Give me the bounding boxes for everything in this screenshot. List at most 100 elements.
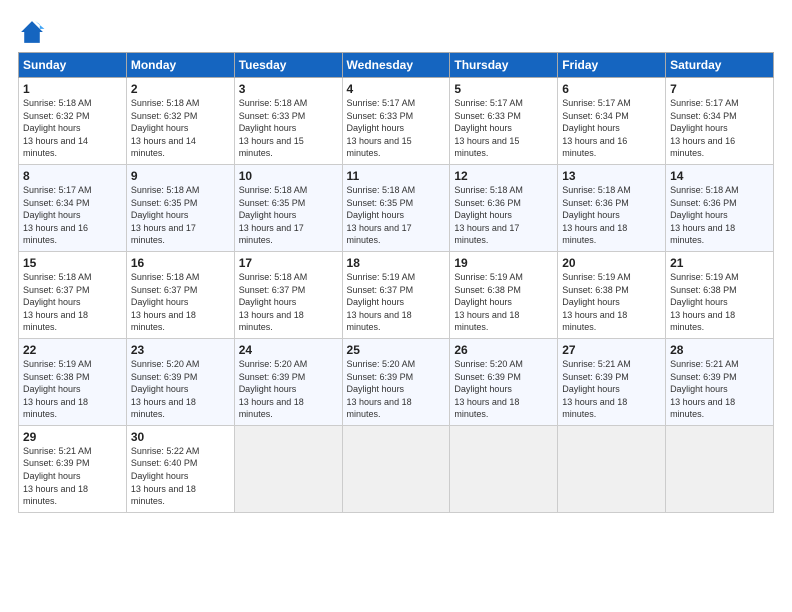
sunrise-label: Sunrise: 5:18 AM [239, 185, 308, 195]
day-number: 4 [347, 82, 446, 96]
daylight-label: Daylight hours [454, 384, 512, 394]
calendar-cell: 16 Sunrise: 5:18 AM Sunset: 6:37 PM Dayl… [126, 251, 234, 338]
day-number: 14 [670, 169, 769, 183]
sunset-label: Sunset: 6:36 PM [562, 198, 629, 208]
sunset-label: Sunset: 6:33 PM [239, 111, 306, 121]
day-info: Sunrise: 5:18 AM Sunset: 6:37 PM Dayligh… [131, 271, 230, 334]
daylight-value: 13 hours and 18 minutes. [454, 310, 519, 333]
day-number: 15 [23, 256, 122, 270]
day-number: 26 [454, 343, 553, 357]
day-number: 24 [239, 343, 338, 357]
daylight-value: 13 hours and 15 minutes. [239, 136, 304, 159]
day-info: Sunrise: 5:19 AM Sunset: 6:37 PM Dayligh… [347, 271, 446, 334]
day-info: Sunrise: 5:17 AM Sunset: 6:34 PM Dayligh… [670, 97, 769, 160]
sunset-label: Sunset: 6:34 PM [670, 111, 737, 121]
daylight-value: 13 hours and 18 minutes. [131, 397, 196, 420]
daylight-label: Daylight hours [131, 210, 189, 220]
weekday-header-tuesday: Tuesday [234, 53, 342, 78]
sunset-label: Sunset: 6:39 PM [239, 372, 306, 382]
sunrise-label: Sunrise: 5:19 AM [23, 359, 92, 369]
calendar-cell [450, 425, 558, 512]
calendar-cell: 11 Sunrise: 5:18 AM Sunset: 6:35 PM Dayl… [342, 164, 450, 251]
day-info: Sunrise: 5:21 AM Sunset: 6:39 PM Dayligh… [670, 358, 769, 421]
calendar-cell: 24 Sunrise: 5:20 AM Sunset: 6:39 PM Dayl… [234, 338, 342, 425]
daylight-value: 13 hours and 18 minutes. [23, 397, 88, 420]
day-number: 17 [239, 256, 338, 270]
daylight-value: 13 hours and 18 minutes. [562, 397, 627, 420]
daylight-value: 13 hours and 14 minutes. [131, 136, 196, 159]
daylight-value: 13 hours and 18 minutes. [23, 484, 88, 507]
day-info: Sunrise: 5:17 AM Sunset: 6:34 PM Dayligh… [562, 97, 661, 160]
daylight-label: Daylight hours [454, 210, 512, 220]
sunrise-label: Sunrise: 5:20 AM [347, 359, 416, 369]
calendar-cell: 10 Sunrise: 5:18 AM Sunset: 6:35 PM Dayl… [234, 164, 342, 251]
calendar-cell: 30 Sunrise: 5:22 AM Sunset: 6:40 PM Dayl… [126, 425, 234, 512]
calendar-cell: 6 Sunrise: 5:17 AM Sunset: 6:34 PM Dayli… [558, 78, 666, 165]
sunrise-label: Sunrise: 5:20 AM [131, 359, 200, 369]
sunrise-label: Sunrise: 5:17 AM [562, 98, 631, 108]
sunset-label: Sunset: 6:37 PM [23, 285, 90, 295]
logo [18, 18, 50, 46]
calendar-cell [558, 425, 666, 512]
daylight-label: Daylight hours [131, 297, 189, 307]
calendar-week-row: 29 Sunrise: 5:21 AM Sunset: 6:39 PM Dayl… [19, 425, 774, 512]
daylight-value: 13 hours and 16 minutes. [670, 136, 735, 159]
day-number: 7 [670, 82, 769, 96]
sunrise-label: Sunrise: 5:18 AM [23, 272, 92, 282]
day-info: Sunrise: 5:18 AM Sunset: 6:32 PM Dayligh… [131, 97, 230, 160]
day-info: Sunrise: 5:20 AM Sunset: 6:39 PM Dayligh… [454, 358, 553, 421]
calendar-cell: 2 Sunrise: 5:18 AM Sunset: 6:32 PM Dayli… [126, 78, 234, 165]
sunrise-label: Sunrise: 5:18 AM [562, 185, 631, 195]
sunset-label: Sunset: 6:38 PM [562, 285, 629, 295]
day-info: Sunrise: 5:21 AM Sunset: 6:39 PM Dayligh… [562, 358, 661, 421]
day-number: 27 [562, 343, 661, 357]
sunset-label: Sunset: 6:37 PM [131, 285, 198, 295]
sunrise-label: Sunrise: 5:19 AM [347, 272, 416, 282]
day-number: 16 [131, 256, 230, 270]
sunset-label: Sunset: 6:35 PM [239, 198, 306, 208]
daylight-value: 13 hours and 18 minutes. [239, 397, 304, 420]
day-info: Sunrise: 5:18 AM Sunset: 6:36 PM Dayligh… [670, 184, 769, 247]
sunset-label: Sunset: 6:32 PM [131, 111, 198, 121]
sunset-label: Sunset: 6:39 PM [347, 372, 414, 382]
daylight-value: 13 hours and 16 minutes. [23, 223, 88, 246]
day-number: 3 [239, 82, 338, 96]
sunrise-label: Sunrise: 5:18 AM [239, 272, 308, 282]
daylight-value: 13 hours and 18 minutes. [670, 223, 735, 246]
day-info: Sunrise: 5:18 AM Sunset: 6:37 PM Dayligh… [239, 271, 338, 334]
daylight-value: 13 hours and 18 minutes. [23, 310, 88, 333]
daylight-label: Daylight hours [347, 384, 405, 394]
day-number: 18 [347, 256, 446, 270]
day-number: 5 [454, 82, 553, 96]
daylight-label: Daylight hours [239, 384, 297, 394]
daylight-label: Daylight hours [347, 123, 405, 133]
daylight-label: Daylight hours [670, 123, 728, 133]
day-number: 10 [239, 169, 338, 183]
sunrise-label: Sunrise: 5:18 AM [23, 98, 92, 108]
day-number: 20 [562, 256, 661, 270]
calendar-cell: 13 Sunrise: 5:18 AM Sunset: 6:36 PM Dayl… [558, 164, 666, 251]
day-info: Sunrise: 5:17 AM Sunset: 6:33 PM Dayligh… [347, 97, 446, 160]
sunrise-label: Sunrise: 5:18 AM [454, 185, 523, 195]
weekday-header-sunday: Sunday [19, 53, 127, 78]
sunset-label: Sunset: 6:33 PM [347, 111, 414, 121]
sunrise-label: Sunrise: 5:19 AM [454, 272, 523, 282]
sunset-label: Sunset: 6:37 PM [347, 285, 414, 295]
sunrise-label: Sunrise: 5:18 AM [131, 272, 200, 282]
sunrise-label: Sunrise: 5:17 AM [347, 98, 416, 108]
daylight-label: Daylight hours [562, 210, 620, 220]
day-info: Sunrise: 5:20 AM Sunset: 6:39 PM Dayligh… [131, 358, 230, 421]
calendar-cell: 26 Sunrise: 5:20 AM Sunset: 6:39 PM Dayl… [450, 338, 558, 425]
daylight-label: Daylight hours [347, 297, 405, 307]
daylight-value: 13 hours and 15 minutes. [347, 136, 412, 159]
sunrise-label: Sunrise: 5:20 AM [454, 359, 523, 369]
day-info: Sunrise: 5:20 AM Sunset: 6:39 PM Dayligh… [239, 358, 338, 421]
day-info: Sunrise: 5:18 AM Sunset: 6:37 PM Dayligh… [23, 271, 122, 334]
day-info: Sunrise: 5:17 AM Sunset: 6:34 PM Dayligh… [23, 184, 122, 247]
day-info: Sunrise: 5:18 AM Sunset: 6:32 PM Dayligh… [23, 97, 122, 160]
daylight-label: Daylight hours [670, 210, 728, 220]
calendar-cell: 27 Sunrise: 5:21 AM Sunset: 6:39 PM Dayl… [558, 338, 666, 425]
sunrise-label: Sunrise: 5:19 AM [562, 272, 631, 282]
day-info: Sunrise: 5:19 AM Sunset: 6:38 PM Dayligh… [454, 271, 553, 334]
calendar-cell: 19 Sunrise: 5:19 AM Sunset: 6:38 PM Dayl… [450, 251, 558, 338]
